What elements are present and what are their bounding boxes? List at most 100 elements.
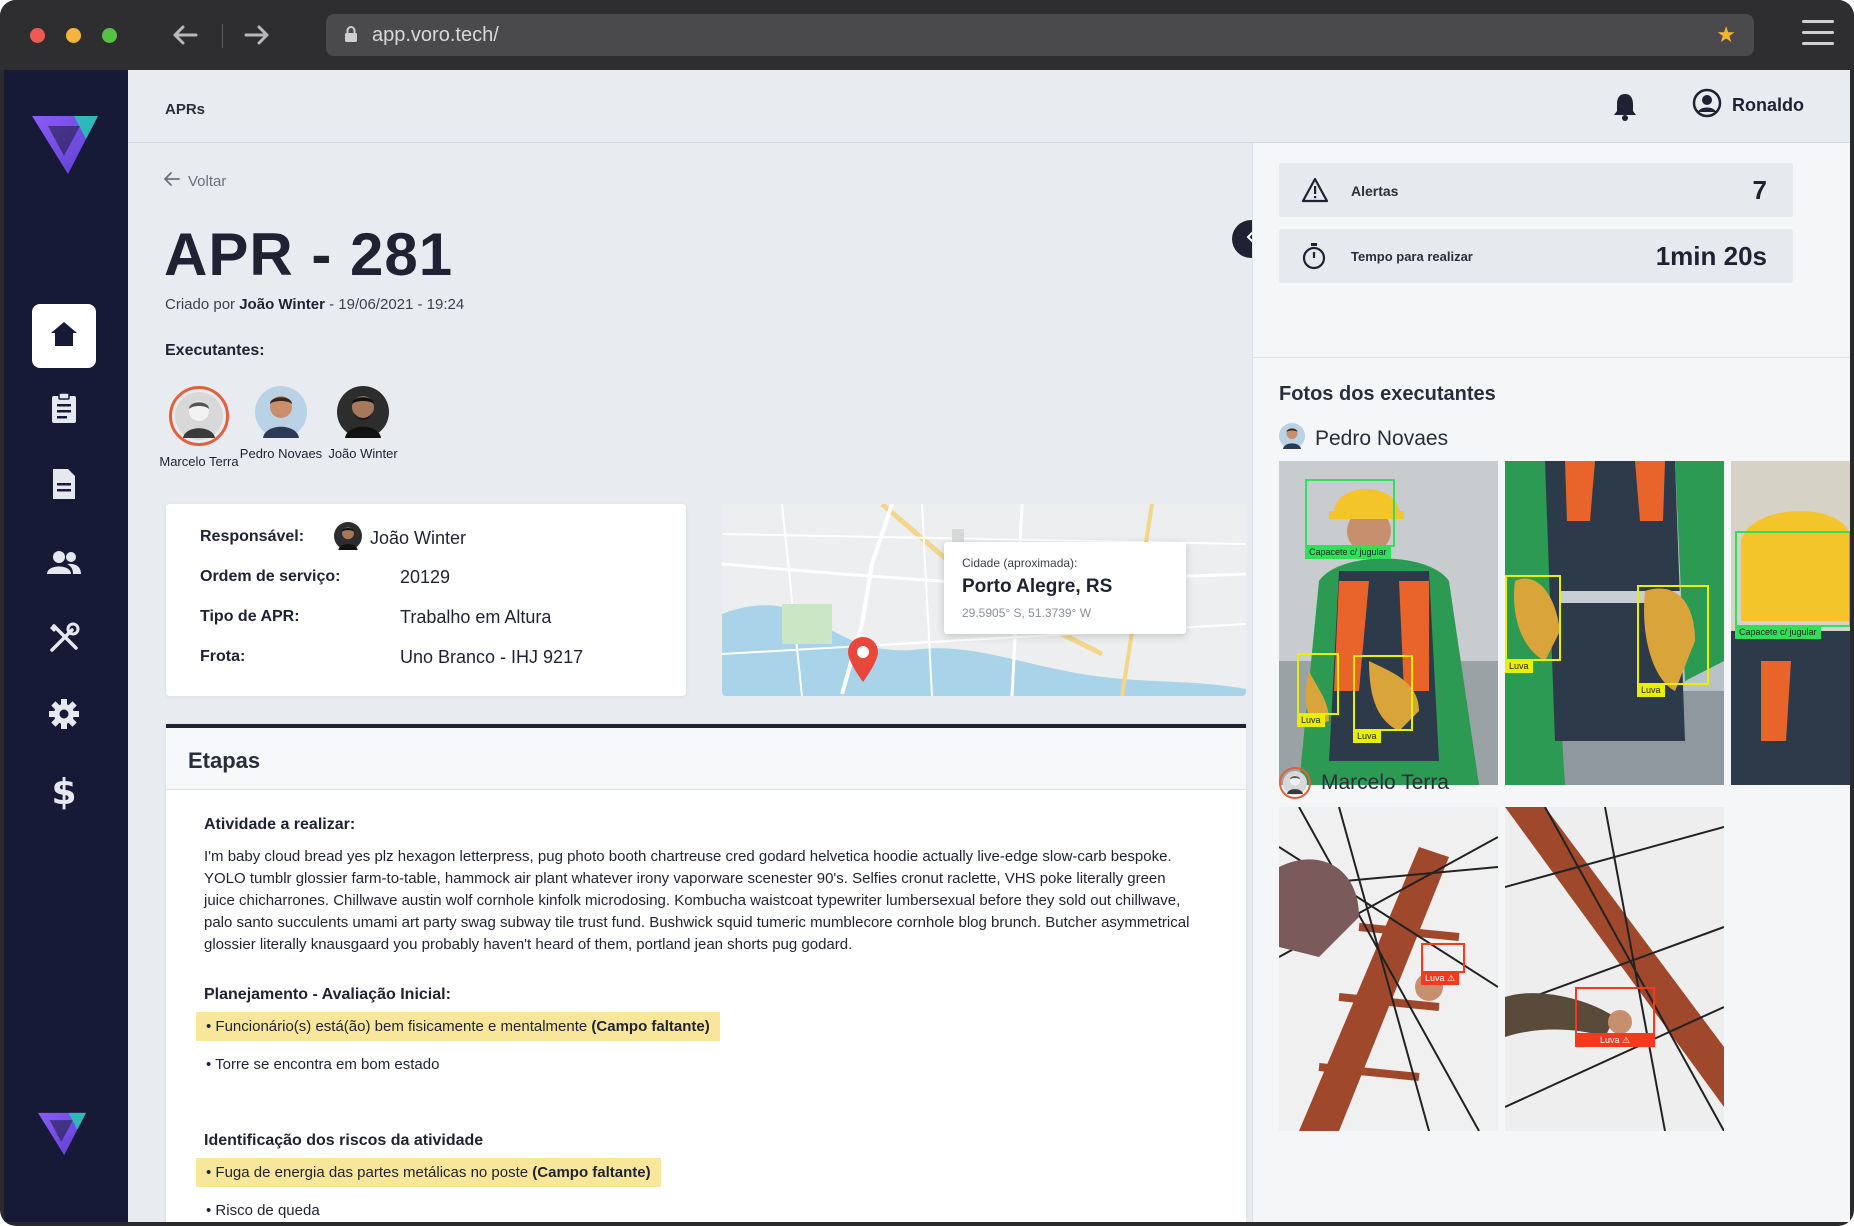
warning-icon — [1301, 177, 1329, 208]
location-map[interactable]: Cidade (aproximada): Porto Alegre, RS 29… — [722, 504, 1246, 696]
sidebar-item-settings[interactable] — [32, 684, 96, 748]
home-icon — [49, 320, 79, 353]
city-label: Cidade (aproximada): — [962, 556, 1078, 570]
responsavel-value: João Winter — [370, 528, 467, 548]
browser-toolbar: app.voro.tech/ ★ — [0, 0, 1854, 70]
nav-separator — [222, 24, 223, 48]
executor-name: João Winter — [328, 446, 398, 461]
created-info: Criado por João Winter - 19/06/2021 - 19… — [165, 296, 464, 313]
time-label: Tempo para realizar — [1351, 249, 1473, 264]
risks-item1-text: • Fuga de energia das partes metálicas n… — [206, 1164, 529, 1181]
responsavel-avatar — [334, 522, 362, 555]
planning-item-missing: • Funcionário(s) está(ão) bem fisicament… — [196, 1012, 720, 1041]
planning-item1-text: • Funcionário(s) está(ão) bem fisicament… — [206, 1018, 588, 1035]
detection-box: Luva — [1637, 585, 1709, 697]
top-bar: APRs Ronaldo — [128, 70, 1850, 143]
person-name: Pedro Novaes — [1315, 426, 1449, 450]
bookmark-star-icon[interactable]: ★ — [1716, 22, 1736, 48]
steps-card: Etapas Atividade a realizar: I'm baby cl… — [166, 724, 1246, 1222]
user-menu[interactable]: Ronaldo — [1692, 88, 1804, 123]
right-panel: Alertas 7 Tempo para realizar 1min 20s F… — [1252, 143, 1850, 1222]
url-text: app.voro.tech/ — [372, 24, 499, 46]
browser-window: app.voro.tech/ ★ $ APRs Ronaldo Voltar A… — [0, 0, 1854, 1226]
executors-label: Executantes: — [165, 342, 265, 359]
detection-tag-text: Luva — [1599, 1035, 1620, 1045]
time-value: 1min 20s — [1655, 241, 1767, 271]
created-by: João Winter — [239, 296, 325, 313]
detection-tag-alert: Luva ⚠ — [1421, 971, 1460, 985]
forward-arrow-icon[interactable] — [240, 20, 274, 52]
steps-title: Etapas — [166, 728, 1246, 790]
users-icon — [47, 550, 81, 579]
missing-field-tag: (Campo faltante) — [532, 1164, 651, 1181]
back-label: Voltar — [188, 172, 227, 190]
bell-icon[interactable] — [1612, 92, 1638, 127]
planning-item: • Torre se encontra em bom estado — [206, 1056, 440, 1073]
detection-box: Luva — [1353, 655, 1413, 743]
executor-avatar — [337, 386, 389, 438]
detection-box-alert: Luva ⚠ — [1575, 987, 1655, 1047]
user-name: Ronaldo — [1732, 95, 1804, 115]
apr-info-card: Responsável: João Winter Ordem de serviç… — [166, 504, 686, 696]
time-stat: Tempo para realizar 1min 20s — [1279, 229, 1793, 283]
responsavel-value-group: João Winter — [334, 522, 466, 555]
risks-item: • Risco de queda — [206, 1202, 320, 1219]
ordem-label: Ordem de serviço: — [200, 568, 341, 585]
browser-menu-icon[interactable] — [1802, 20, 1834, 50]
sidebar-item-documents[interactable] — [32, 454, 96, 518]
executor-photo[interactable]: Capacete c/ jugular — [1731, 461, 1850, 785]
tools-icon — [48, 622, 80, 659]
ordem-value: 20129 — [400, 567, 451, 587]
stopwatch-icon — [1301, 242, 1327, 275]
detection-tag: Luva — [1353, 729, 1381, 743]
created-at: - 19/06/2021 - 19:24 — [329, 296, 465, 313]
executor-item[interactable]: João Winter — [308, 386, 418, 461]
sidebar-item-tools[interactable] — [32, 608, 96, 672]
detection-box: Luva — [1297, 653, 1339, 727]
detection-box: Capacete c/ jugular — [1735, 531, 1850, 639]
maximize-window-button[interactable] — [102, 28, 117, 43]
planning-title: Planejamento - Avaliação Inicial: — [204, 986, 451, 1003]
executor-photo[interactable]: Luva Luva — [1505, 461, 1724, 785]
sidebar-item-aprs[interactable] — [32, 378, 96, 442]
lock-icon — [344, 25, 358, 48]
risks-item-missing: • Fuga de energia das partes metálicas n… — [196, 1158, 661, 1187]
minimize-window-button[interactable] — [66, 28, 81, 43]
executor-photo[interactable]: Luva ⚠ — [1279, 807, 1498, 1131]
risks-title: Identificação dos riscos da atividade — [204, 1132, 484, 1149]
clipboard-icon — [51, 391, 77, 429]
sidebar-item-home[interactable] — [32, 304, 96, 368]
back-arrow-icon[interactable] — [168, 20, 202, 52]
gear-icon — [48, 698, 80, 735]
dollar-icon: $ — [51, 771, 77, 813]
page-title: APR - 281 — [164, 221, 454, 288]
sidebar-item-billing[interactable]: $ — [32, 760, 96, 824]
back-link[interactable]: Voltar — [163, 172, 227, 190]
sidebar-item-team[interactable] — [32, 532, 96, 596]
frota-value: Uno Branco - IHJ 9217 — [400, 647, 584, 667]
alerts-stat[interactable]: Alertas 7 — [1279, 163, 1793, 217]
detection-tag-text: Luva — [1425, 973, 1445, 983]
coordinates: 29.5905° S, 51.3739° W — [962, 606, 1092, 620]
frota-label: Frota: — [200, 648, 246, 665]
executor-photo[interactable]: Luva ⚠ — [1505, 807, 1724, 1131]
activity-text: I'm baby cloud bread yes plz hexagon let… — [204, 848, 1190, 953]
close-window-button[interactable] — [30, 28, 45, 43]
voro-logo-small — [36, 1110, 88, 1163]
alerts-label: Alertas — [1351, 183, 1399, 199]
map-pin-icon[interactable] — [846, 636, 880, 687]
created-prefix: Criado por — [165, 296, 236, 313]
alert-triangle-icon: ⚠ — [1621, 1035, 1631, 1045]
executor-photo[interactable]: Capacete c/ jugular Luva Luva — [1279, 461, 1498, 785]
voro-logo[interactable] — [30, 112, 100, 183]
activity-title: Atividade a realizar: — [204, 816, 356, 833]
breadcrumb[interactable]: APRs — [165, 101, 205, 118]
executor-avatar — [255, 386, 307, 438]
detection-tag: Capacete c/ jugular — [1735, 625, 1821, 639]
alert-triangle-icon: ⚠ — [1447, 973, 1456, 983]
detection-tag: Capacete c/ jugular — [1305, 545, 1391, 559]
address-bar[interactable]: app.voro.tech/ ★ — [326, 14, 1754, 56]
person-header: Pedro Novaes — [1279, 423, 1448, 454]
person-header: Marcelo Terra — [1279, 767, 1449, 799]
document-icon — [52, 468, 76, 505]
